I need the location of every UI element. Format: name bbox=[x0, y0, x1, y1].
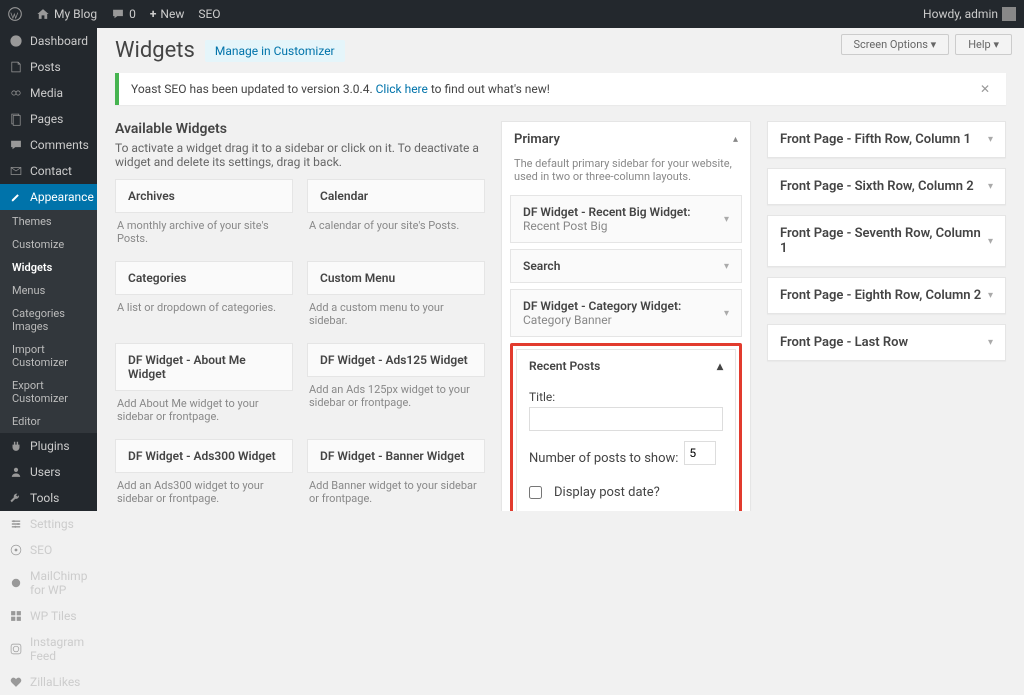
available-widget[interactable]: DF Widget - Ads300 Widget bbox=[115, 439, 293, 473]
wp-logo[interactable] bbox=[8, 7, 22, 21]
chevron-down-icon: ▾ bbox=[724, 261, 729, 272]
available-widget[interactable]: DF Widget - Banner Widget bbox=[307, 439, 485, 473]
dismiss-notice[interactable]: ✕ bbox=[980, 82, 994, 96]
menu-plugins[interactable]: Plugins bbox=[0, 433, 97, 459]
sub-editor[interactable]: Editor bbox=[0, 410, 97, 433]
chevron-up-icon: ▴ bbox=[733, 134, 738, 145]
sidebar-area-collapsed[interactable]: Front Page - Fifth Row, Column 1▾ bbox=[767, 121, 1006, 158]
available-widget[interactable]: Calendar bbox=[307, 179, 485, 213]
sub-customize[interactable]: Customize bbox=[0, 233, 97, 256]
sub-export-customizer[interactable]: Export Customizer bbox=[0, 374, 97, 410]
update-notice: Yoast SEO has been updated to version 3.… bbox=[115, 73, 1006, 105]
menu-posts[interactable]: Posts bbox=[0, 54, 97, 80]
seo-link[interactable]: SEO bbox=[198, 7, 220, 21]
chevron-down-icon: ▾ bbox=[988, 236, 993, 247]
date-label: Display post date? bbox=[554, 485, 660, 500]
available-widget[interactable]: DF Widget - About Me Widget bbox=[115, 343, 293, 391]
chevron-down-icon: ▾ bbox=[724, 308, 729, 319]
menu-media[interactable]: Media bbox=[0, 80, 97, 106]
admin-bar: My Blog 0 +New SEO Howdy, admin bbox=[0, 0, 1024, 28]
sidebar-area-collapsed[interactable]: Front Page - Sixth Row, Column 2▾ bbox=[767, 168, 1006, 205]
highlighted-widget: Recent Posts▴ Title: Number of posts to sh… bbox=[510, 343, 742, 511]
primary-sidebar-area: Primary▴ The default primary sidebar for… bbox=[501, 121, 751, 511]
title-input[interactable] bbox=[529, 407, 723, 431]
submenu-appearance: Themes Customize Widgets Menus Categorie… bbox=[0, 210, 97, 433]
available-widget-desc: Add an Ads 125px widget to your sidebar … bbox=[307, 377, 485, 419]
help-button[interactable]: Help ▾ bbox=[955, 34, 1012, 55]
avatar bbox=[1002, 7, 1016, 21]
menu-wptiles[interactable]: WP Tiles bbox=[0, 603, 97, 629]
available-widget-desc: Add an Ads300 widget to your sidebar or … bbox=[115, 473, 293, 511]
sidebar-area-collapsed[interactable]: Front Page - Seventh Row, Column 1▾ bbox=[767, 215, 1006, 267]
menu-pages[interactable]: Pages bbox=[0, 106, 97, 132]
admin-menu: Dashboard Posts Media Pages Comments Con… bbox=[0, 28, 97, 511]
num-label: Number of posts to show: bbox=[529, 451, 678, 466]
chevron-down-icon: ▾ bbox=[988, 290, 993, 301]
primary-desc: The default primary sidebar for your web… bbox=[502, 157, 750, 191]
chevron-down-icon: ▾ bbox=[724, 214, 729, 225]
widget-in-sidebar[interactable]: Search▾ bbox=[510, 249, 742, 283]
manage-customizer-button[interactable]: Manage in Customizer bbox=[205, 40, 345, 62]
available-widgets: Available Widgets To activate a widget d… bbox=[115, 121, 485, 511]
sidebar-area-collapsed[interactable]: Front Page - Last Row▾ bbox=[767, 324, 1006, 361]
menu-instagram[interactable]: Instagram Feed bbox=[0, 629, 97, 669]
available-widget[interactable]: Archives bbox=[115, 179, 293, 213]
sub-themes[interactable]: Themes bbox=[0, 210, 97, 233]
menu-mailchimp[interactable]: MailChimp for WP bbox=[0, 563, 97, 603]
menu-dashboard[interactable]: Dashboard bbox=[0, 28, 97, 54]
widget-in-sidebar[interactable]: DF Widget - Category Widget: Category Ba… bbox=[510, 289, 742, 337]
recent-posts-widget: Recent Posts▴ Title: Number of posts to sh… bbox=[516, 349, 736, 511]
sub-menus[interactable]: Menus bbox=[0, 279, 97, 302]
widget-in-sidebar[interactable]: DF Widget - Recent Big Widget: Recent Po… bbox=[510, 195, 742, 243]
available-widget-desc: A list or dropdown of categories. bbox=[115, 295, 293, 324]
chevron-down-icon: ▾ bbox=[988, 337, 993, 348]
comments-bubble[interactable]: 0 bbox=[111, 7, 136, 21]
available-widget-desc: A monthly archive of your site's Posts. bbox=[115, 213, 293, 255]
chevron-down-icon: ▾ bbox=[988, 181, 993, 192]
home-icon bbox=[36, 7, 50, 21]
sub-widgets[interactable]: Widgets bbox=[0, 256, 97, 279]
menu-appearance[interactable]: Appearance bbox=[0, 184, 97, 210]
menu-tools[interactable]: Tools bbox=[0, 485, 97, 511]
sub-import-customizer[interactable]: Import Customizer bbox=[0, 338, 97, 374]
available-desc: To activate a widget drag it to a sideba… bbox=[115, 141, 485, 169]
menu-contact[interactable]: Contact bbox=[0, 158, 97, 184]
sub-categories-images[interactable]: Categories Images bbox=[0, 302, 97, 338]
other-sidebar-areas: Front Page - Fifth Row, Column 1▾ Front P… bbox=[767, 121, 1006, 371]
widget-header[interactable]: Recent Posts▴ bbox=[517, 350, 735, 382]
new-content[interactable]: +New bbox=[150, 7, 185, 21]
menu-settings[interactable]: Settings bbox=[0, 511, 97, 537]
date-checkbox[interactable] bbox=[529, 486, 542, 499]
comment-icon bbox=[111, 7, 125, 21]
available-widget-desc: Add a custom menu to your sidebar. bbox=[307, 295, 485, 337]
menu-comments[interactable]: Comments bbox=[0, 132, 97, 158]
sidebar-area-collapsed[interactable]: Front Page - Eighth Row, Column 2▾ bbox=[767, 277, 1006, 314]
notice-link[interactable]: Click here bbox=[376, 82, 428, 96]
chevron-down-icon: ▾ bbox=[988, 134, 993, 145]
available-widget[interactable]: Custom Menu bbox=[307, 261, 485, 295]
num-input[interactable] bbox=[684, 441, 716, 465]
available-widget-desc: Add Banner widget to your sidebar or fro… bbox=[307, 473, 485, 511]
content-area: Screen Options ▾ Help ▾ Widgets Manage i… bbox=[97, 28, 1024, 511]
available-widget-desc: Add About Me widget to your sidebar or f… bbox=[115, 391, 293, 433]
available-widget[interactable]: DF Widget - Ads125 Widget bbox=[307, 343, 485, 377]
chevron-up-icon: ▴ bbox=[717, 359, 723, 373]
title-label: Title: bbox=[529, 390, 723, 404]
available-widget[interactable]: Categories bbox=[115, 261, 293, 295]
available-widget-desc: A calendar of your site's Posts. bbox=[307, 213, 485, 242]
site-link[interactable]: My Blog bbox=[36, 7, 97, 21]
menu-seo[interactable]: SEO bbox=[0, 537, 97, 563]
available-title: Available Widgets bbox=[115, 121, 485, 137]
howdy[interactable]: Howdy, admin bbox=[923, 7, 1016, 21]
menu-users[interactable]: Users bbox=[0, 459, 97, 485]
menu-zillalikes[interactable]: ZillaLikes bbox=[0, 669, 97, 695]
primary-header[interactable]: Primary▴ bbox=[502, 122, 750, 157]
screen-options-button[interactable]: Screen Options ▾ bbox=[841, 34, 950, 55]
